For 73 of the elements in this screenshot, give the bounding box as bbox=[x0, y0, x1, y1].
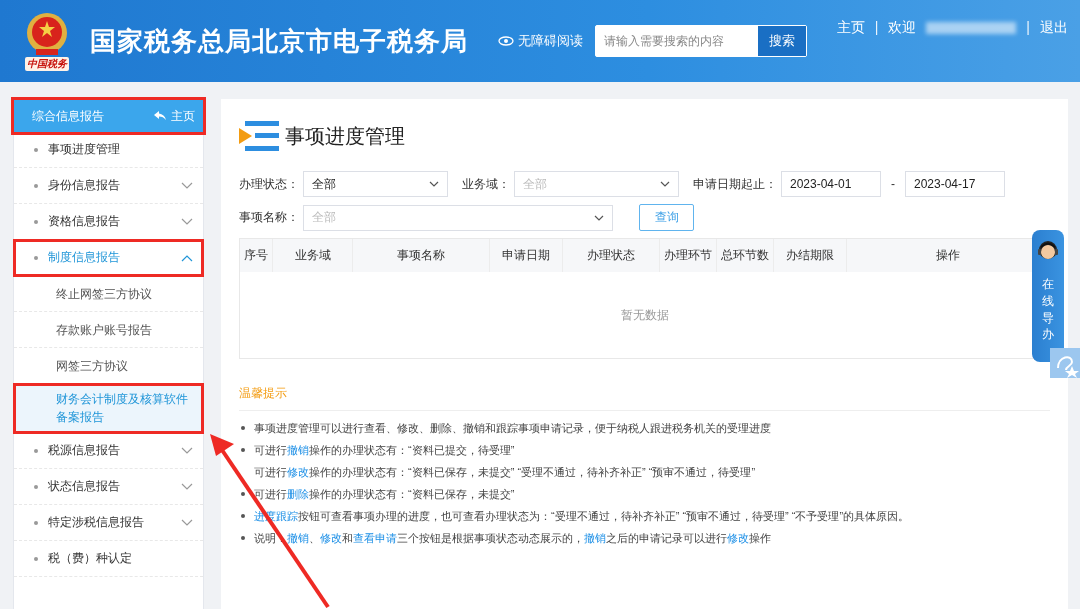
column-header: 序号 bbox=[240, 239, 273, 272]
widget-label: 在线导办 bbox=[1042, 276, 1054, 344]
column-header: 业务域 bbox=[273, 239, 353, 272]
tip-link[interactable]: 撤销 bbox=[584, 531, 606, 544]
caret-icon bbox=[594, 214, 604, 221]
back-arrow-icon bbox=[154, 111, 166, 121]
column-header: 申请日期 bbox=[490, 239, 563, 272]
home-link[interactable]: 主页 bbox=[154, 107, 195, 125]
filter-label: 业务域： bbox=[462, 175, 510, 193]
column-header: 总环节数 bbox=[717, 239, 774, 272]
query-button[interactable]: 查询 bbox=[639, 204, 694, 231]
tip-link[interactable]: 撤销 bbox=[287, 443, 309, 456]
chevron-down-icon bbox=[181, 482, 193, 491]
greeting-text: 欢迎 bbox=[888, 19, 917, 37]
agent-avatar-icon bbox=[1036, 238, 1060, 262]
sidebar-item[interactable]: 税源信息报告 bbox=[14, 433, 203, 469]
tip-link[interactable]: 删除 bbox=[287, 487, 309, 500]
date-separator: - bbox=[891, 177, 895, 191]
sidebar-title: 综合信息报告 bbox=[32, 107, 104, 125]
caret-icon bbox=[429, 181, 439, 187]
tip-link[interactable]: 查看申请 bbox=[353, 531, 397, 544]
sidebar-item[interactable]: 特定涉税信息报告 bbox=[14, 505, 203, 541]
logout-link[interactable]: 退出 bbox=[1040, 19, 1068, 37]
tip-text: 可进行修改操作的办理状态有：“资料已保存，未提交” “受理不通过，待补齐补正” “预审不通过，待受理” bbox=[254, 464, 756, 480]
sidebar-item[interactable]: 状态信息报告 bbox=[14, 469, 203, 505]
sidebar-item[interactable]: 身份信息报告 bbox=[14, 168, 203, 204]
tip-text: 可进行撤销操作的办理状态有：“资料已提交，待受理” bbox=[254, 442, 515, 458]
chevron-down-icon bbox=[181, 181, 193, 190]
tip-text: 说明：撤销、修改和查看申请三个按钮是根据事项状态动态展示的，撤销之后的申请记录可以进行修改操作 bbox=[254, 530, 771, 546]
online-guide-widget[interactable]: 在线导办 bbox=[1032, 230, 1064, 362]
nav-separator: | bbox=[1026, 19, 1030, 35]
tip-link[interactable]: 修改 bbox=[320, 531, 342, 544]
site-title: 国家税务总局北京市电子税务局 bbox=[90, 24, 468, 58]
empty-message: 暂无数据 bbox=[620, 306, 669, 324]
sidebar-item[interactable]: 制度信息报告 bbox=[14, 240, 203, 276]
sidebar-item[interactable]: 事项进度管理 bbox=[14, 132, 203, 168]
chevron-up-icon bbox=[181, 253, 193, 262]
filter-label: 事项名称： bbox=[239, 209, 299, 226]
column-header: 事项名称 bbox=[353, 239, 490, 272]
tip-link[interactable]: 修改 bbox=[287, 465, 309, 478]
search-button[interactable]: 搜索 bbox=[757, 26, 806, 56]
tip-link[interactable]: 撤销 bbox=[287, 531, 309, 544]
caret-icon bbox=[660, 181, 670, 187]
home-link[interactable]: 主页 bbox=[836, 19, 865, 37]
column-header: 办理环节 bbox=[660, 239, 717, 272]
select-field[interactable]: 全部 bbox=[514, 171, 679, 197]
sidebar-subitem[interactable]: 财务会计制度及核算软件备案报告 bbox=[14, 384, 203, 433]
help-icon[interactable] bbox=[1050, 348, 1080, 378]
tip-text: 事项进度管理可以进行查看、修改、删除、撤销和跟踪事项申请记录，便于纳税人跟进税务机关的受理进度 bbox=[254, 420, 771, 436]
column-header: 办理状态 bbox=[563, 239, 660, 272]
sidebar-item[interactable]: 资格信息报告 bbox=[14, 204, 203, 240]
select-field[interactable]: 全部 bbox=[303, 171, 448, 197]
search-field[interactable]: 请输入需要搜索的内容 搜索 bbox=[594, 25, 807, 57]
column-header: 办结期限 bbox=[774, 239, 847, 272]
filter-label: 办理状态： bbox=[239, 175, 299, 193]
date-field[interactable]: 2023-04-01 bbox=[781, 171, 881, 197]
sidebar-item[interactable]: 税（费）种认定 bbox=[14, 541, 203, 577]
tips-title: 温馨提示 bbox=[239, 385, 1050, 411]
tip-link[interactable]: 修改 bbox=[727, 531, 749, 544]
page-title: 事项进度管理 bbox=[285, 123, 405, 149]
chevron-down-icon bbox=[181, 217, 193, 226]
chevron-down-icon bbox=[181, 446, 193, 455]
nav-separator: | bbox=[874, 19, 879, 35]
eye-icon bbox=[497, 36, 514, 46]
chevron-down-icon bbox=[181, 518, 193, 527]
emblem-icon bbox=[24, 11, 70, 57]
logo-caption: 中国税务 bbox=[25, 57, 69, 71]
accessibility-link[interactable]: 无障碍阅读 bbox=[497, 32, 583, 50]
filter-label: 申请日期起止： bbox=[693, 175, 777, 193]
tip-text: 可进行删除操作的办理状态有：“资料已保存，未提交” bbox=[254, 486, 515, 502]
date-field[interactable]: 2023-04-17 bbox=[905, 171, 1005, 197]
select-field[interactable]: 全部 bbox=[303, 204, 613, 231]
list-icon bbox=[239, 119, 281, 153]
